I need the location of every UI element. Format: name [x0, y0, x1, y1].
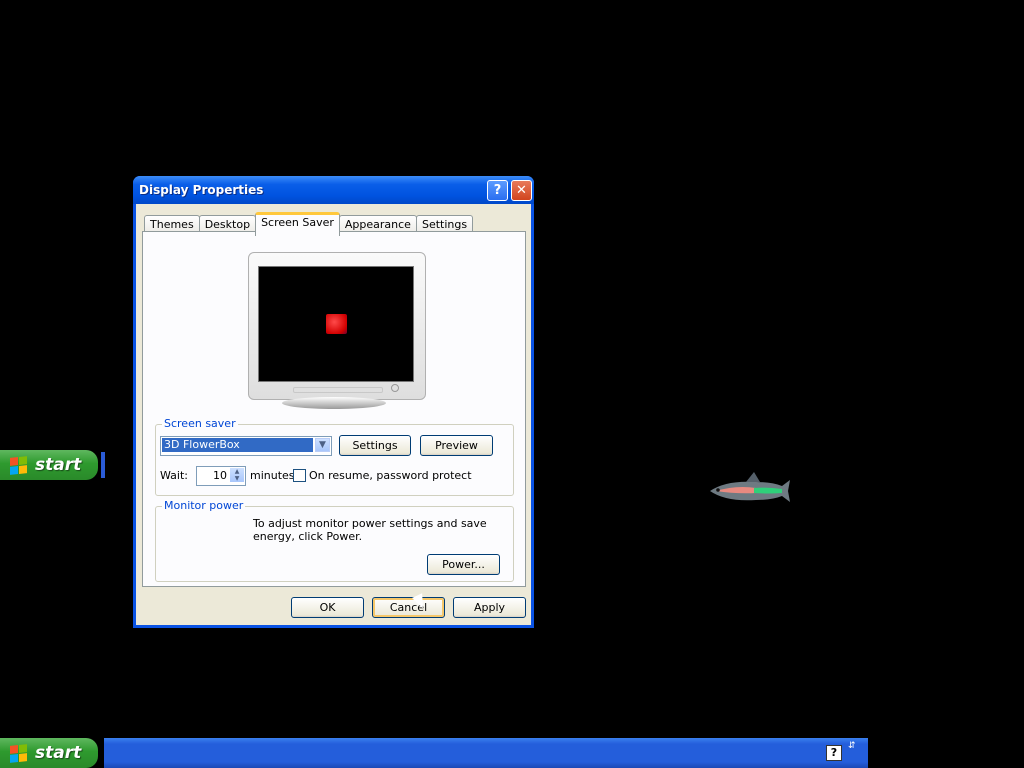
spinner-arrows-icon[interactable]: ▲ ▼: [230, 468, 244, 482]
screen-saver-group-label: Screen saver: [162, 417, 238, 430]
wait-value: 10: [213, 469, 227, 482]
start-label: start: [35, 743, 82, 763]
password-protect-checkbox[interactable]: [293, 469, 306, 482]
wait-minutes-spinner[interactable]: 10 ▲ ▼: [196, 466, 246, 486]
tray-arrows-icon[interactable]: ⇵: [848, 742, 856, 751]
preview-screen: [258, 266, 414, 382]
title-bar[interactable]: Display Properties ? ✕: [133, 176, 534, 204]
chevron-down-icon[interactable]: ▼: [315, 438, 330, 452]
help-button[interactable]: ?: [487, 180, 508, 201]
apply-button[interactable]: Apply: [453, 597, 526, 618]
taskbar-fragment: [101, 452, 105, 478]
cancel-button[interactable]: Cancel: [372, 597, 445, 618]
windows-logo-icon: [10, 455, 27, 475]
tray-help-icon[interactable]: ?: [826, 745, 842, 761]
preview-button[interactable]: Preview: [420, 435, 493, 456]
dialog-client-area: Themes Desktop Screen Saver Appearance S…: [136, 204, 531, 625]
screen-saver-panel: Screen saver 3D FlowerBox ▼ Settings Pre…: [142, 231, 526, 587]
start-button[interactable]: start: [0, 738, 98, 768]
close-button[interactable]: ✕: [511, 180, 532, 201]
screen-saver-selected-value: 3D FlowerBox: [162, 438, 313, 452]
password-protect-label[interactable]: On resume, password protect: [309, 469, 472, 482]
minutes-label: minutes: [250, 469, 295, 482]
power-button[interactable]: Power...: [427, 554, 500, 575]
windows-logo-icon: [10, 743, 27, 763]
monitor-bezel-slot: [293, 387, 383, 393]
tab-screen-saver[interactable]: Screen Saver: [255, 212, 340, 236]
dialog-title: Display Properties: [139, 183, 264, 197]
start-button-ghost[interactable]: start: [0, 450, 98, 480]
fish-icon: [710, 472, 790, 502]
ok-button[interactable]: OK: [291, 597, 364, 618]
screen-saver-settings-button[interactable]: Settings: [339, 435, 411, 456]
monitor-power-led-icon: [391, 384, 399, 392]
start-label: start: [35, 455, 82, 475]
monitor-stand: [282, 397, 386, 409]
display-properties-dialog: Display Properties ? ✕ Themes Desktop Sc…: [133, 176, 534, 628]
wait-label: Wait:: [160, 469, 188, 482]
monitor-preview: [248, 252, 426, 400]
taskbar: [104, 738, 868, 768]
tab-strip: Themes Desktop Screen Saver Appearance S…: [144, 212, 474, 236]
flowerbox-preview-graphic: [326, 314, 347, 334]
monitor-power-description: To adjust monitor power settings and sav…: [253, 517, 487, 543]
screen-saver-select[interactable]: 3D FlowerBox ▼: [160, 436, 332, 456]
monitor-power-group-label: Monitor power: [162, 499, 246, 512]
